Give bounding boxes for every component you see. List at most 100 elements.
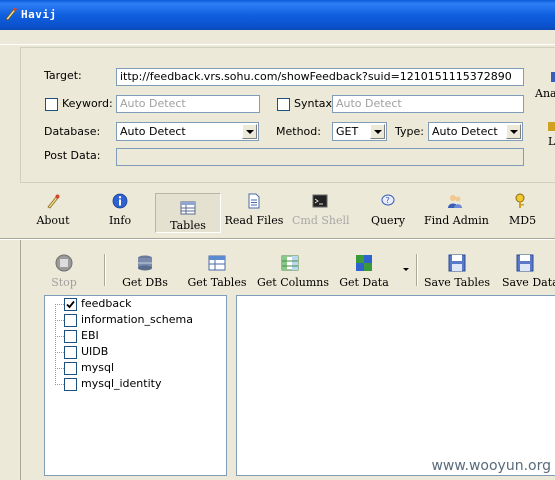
get-data-dropdown-icon[interactable] [403, 268, 409, 271]
tables-icon [180, 201, 196, 215]
post-data-label: Post Data: [44, 149, 101, 162]
side-button[interactable]: L [545, 120, 555, 152]
chevron-down-icon[interactable] [506, 124, 521, 139]
tab-find-admin-label: Find Admin [424, 214, 489, 227]
database-icon [138, 255, 152, 271]
tree-item[interactable]: UIDB [45, 344, 226, 360]
tab-cmd-shell-label: Cmd Shell [292, 214, 350, 227]
tree-branch [55, 384, 64, 385]
stop-button[interactable]: Stop [48, 254, 80, 289]
tree-checkbox[interactable] [64, 330, 77, 343]
database-select[interactable]: Auto Detect [116, 122, 259, 141]
toolbar-separator [416, 254, 418, 286]
type-value: Auto Detect [432, 125, 498, 138]
check-icon [66, 300, 75, 309]
post-data-input[interactable] [116, 148, 524, 166]
svg-text:?: ? [386, 196, 390, 205]
save-data-button[interactable]: Save Data [502, 254, 555, 289]
app-icon [5, 7, 17, 21]
read-files-icon [248, 193, 260, 209]
get-columns-button[interactable]: Get Columns [257, 254, 330, 289]
tree-checkbox[interactable] [64, 362, 77, 375]
tab-info[interactable]: Info [102, 193, 138, 231]
data-icon [356, 255, 372, 271]
tree-item[interactable]: feedback [45, 296, 226, 312]
tree-item-label: EBI [81, 329, 99, 342]
tree-branch [55, 368, 64, 369]
side-icon [548, 122, 555, 131]
tree-checkbox[interactable] [64, 298, 77, 311]
tab-tables-label: Tables [170, 219, 206, 232]
toolbar-separator [104, 254, 106, 286]
save-icon [516, 254, 534, 272]
save-icon [448, 254, 466, 272]
get-data-label: Get Data [339, 276, 389, 289]
tab-about-label: About [36, 214, 70, 227]
get-tables-label: Get Tables [187, 276, 247, 289]
tree-item[interactable]: mysql_identity [45, 376, 226, 392]
analyze-button[interactable]: Ana [535, 70, 555, 104]
get-tables-button[interactable]: Get Tables [186, 254, 248, 289]
type-label: Type: [395, 125, 424, 138]
tree-item-label: UIDB [81, 345, 109, 358]
tab-read-files[interactable]: Read Files [222, 193, 286, 231]
info-icon [112, 193, 128, 209]
get-dbs-label: Get DBs [122, 276, 168, 289]
tree-item[interactable]: mysql [45, 360, 226, 376]
tree-item-label: mysql [81, 361, 114, 374]
tree-branch [55, 320, 64, 321]
data-grid[interactable] [236, 295, 555, 476]
database-tree[interactable]: feedback information_schema EBI UIDB mys… [44, 295, 227, 476]
syntax-input[interactable]: Auto Detect [332, 95, 524, 113]
get-dbs-button[interactable]: Get DBs [122, 254, 168, 289]
method-label: Method: [276, 125, 321, 138]
stop-icon [55, 254, 73, 272]
method-select[interactable]: GET [332, 122, 387, 141]
tree-branch [55, 336, 64, 337]
tree-checkbox[interactable] [64, 314, 77, 327]
tab-md5[interactable]: MD5 [509, 193, 537, 231]
tab-query[interactable]: ? Query [369, 193, 407, 231]
tab-md5-label: MD5 [509, 214, 537, 227]
analyze-icon [551, 72, 555, 82]
stop-label: Stop [51, 276, 77, 289]
title-bar[interactable]: Havij [0, 0, 555, 30]
tree-item[interactable]: information_schema [45, 312, 226, 328]
columns-icon [281, 255, 299, 271]
query-icon: ? [381, 194, 395, 206]
tab-info-label: Info [108, 214, 132, 227]
find-admin-icon [448, 195, 462, 208]
get-columns-label: Get Columns [257, 276, 330, 289]
database-value: Auto Detect [120, 125, 186, 138]
watermark: www.wooyun.org [431, 458, 551, 474]
tree-branch [55, 352, 64, 353]
target-url-input[interactable]: ittp://feedback.vrs.sohu.com/showFeedbac… [116, 68, 524, 86]
save-data-label: Save Data [502, 276, 555, 289]
method-value: GET [336, 125, 359, 138]
tree-item-label: feedback [81, 297, 132, 310]
target-label: Target: [44, 69, 82, 82]
save-tables-button[interactable]: Save Tables [424, 254, 491, 289]
keyword-input[interactable]: Auto Detect [116, 95, 260, 113]
tab-cmd-shell[interactable]: Cmd Shell [292, 193, 350, 231]
get-data-button[interactable]: Get Data [338, 254, 390, 289]
chevron-down-icon[interactable] [370, 124, 385, 139]
table-icon [208, 255, 226, 271]
cmd-shell-icon [312, 194, 328, 208]
tab-find-admin[interactable]: Find Admin [424, 193, 489, 231]
syntax-label: Syntax: [294, 97, 336, 110]
keyword-label: Keyword: [62, 97, 113, 110]
save-tables-label: Save Tables [424, 276, 491, 289]
tab-tables[interactable]: Tables [155, 193, 221, 233]
tree-item-label: information_schema [81, 313, 193, 326]
syntax-checkbox[interactable] [277, 98, 290, 111]
tab-query-label: Query [370, 214, 406, 227]
type-select[interactable]: Auto Detect [428, 122, 523, 141]
tab-about[interactable]: About [34, 193, 72, 231]
keyword-checkbox[interactable] [45, 98, 58, 111]
tree-checkbox[interactable] [64, 346, 77, 359]
database-label: Database: [44, 125, 101, 138]
chevron-down-icon[interactable] [242, 124, 257, 139]
tree-checkbox[interactable] [64, 378, 77, 391]
tree-item[interactable]: EBI [45, 328, 226, 344]
